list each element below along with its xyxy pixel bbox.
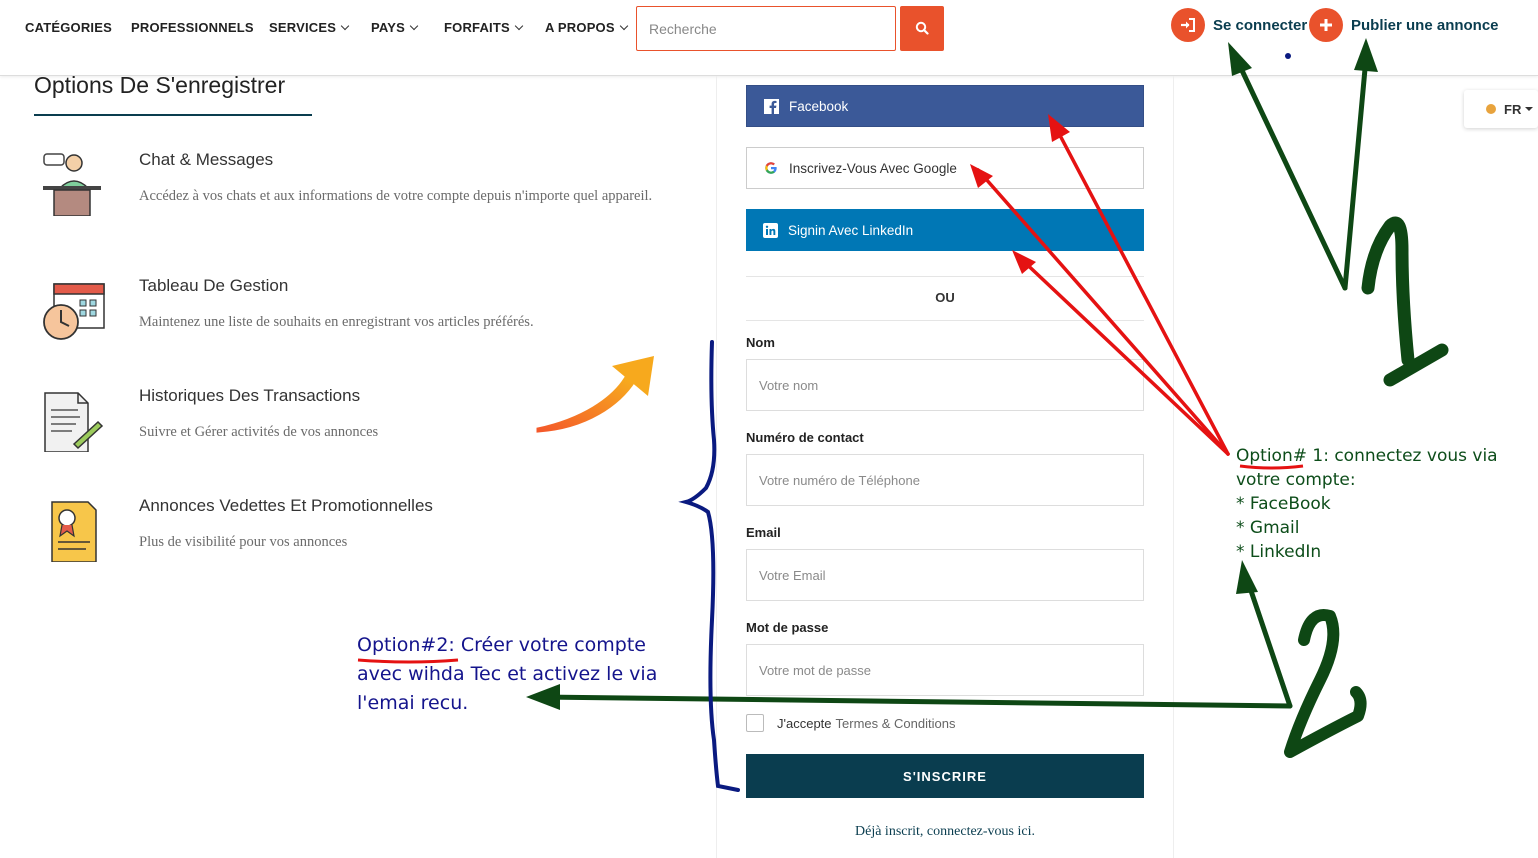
- blue-brace: [678, 340, 740, 792]
- green-arrows: [537, 55, 1369, 709]
- option1-item: * LinkedIn: [1236, 542, 1322, 562]
- number-two-mark: [1284, 609, 1367, 758]
- option2-title: Option#2: [357, 634, 449, 656]
- red-arrows: [976, 122, 1230, 456]
- red-arrowheads: [970, 114, 1070, 274]
- annotation-option-1: Option# 1: connectez vous via votre comp…: [1236, 444, 1526, 564]
- dot-mark: [1285, 53, 1291, 59]
- annotation-option-2: Option#2: Créer votre compte avec wihda …: [357, 631, 687, 718]
- number-one-mark: [1361, 216, 1449, 387]
- page: CATÉGORIES PROFESSIONNELS SERVICES PAYS …: [0, 0, 1538, 858]
- green-arrowheads: [526, 38, 1378, 710]
- orange-arrow: [536, 356, 654, 433]
- option1-item: * FaceBook: [1236, 494, 1331, 514]
- option1-item: * Gmail: [1236, 518, 1300, 538]
- option1-title: Option# 1: [1236, 446, 1324, 466]
- annotation-overlay: [357, 38, 1449, 792]
